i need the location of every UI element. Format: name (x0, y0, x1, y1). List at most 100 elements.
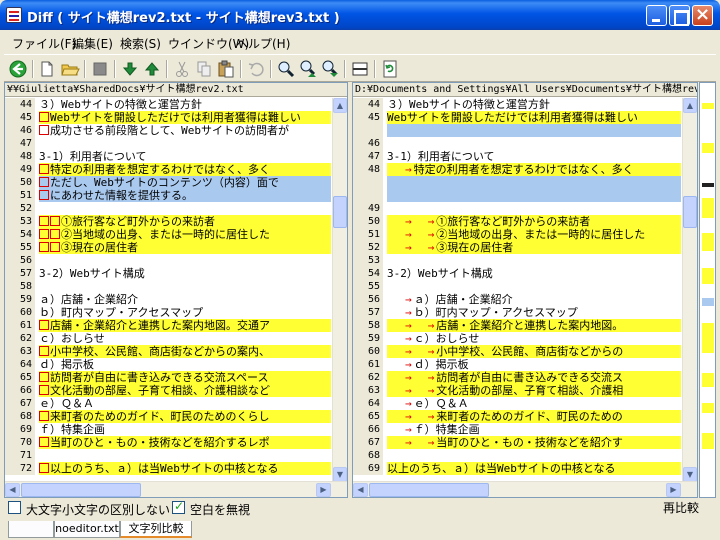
diff-line[interactable]: 61 店舗・企業紹介と連携した案内地図。交通ア (5, 319, 347, 332)
diff-line[interactable]: 53 ①旅行客など町外からの来訪者 (5, 215, 347, 228)
right-lines[interactable]: 44 ３）Webサイトの特徴と運営方針 45 Webサイトを開設しただけでは利用者獲得… (353, 98, 697, 475)
diff-line[interactable]: 61 → ｄ）掲示板 (353, 358, 697, 371)
diff-line[interactable]: 52 (5, 202, 347, 215)
diff-line[interactable]: 62 ｃ）おしらせ (5, 332, 347, 345)
diff-line[interactable] (353, 189, 697, 202)
ignore-space-checkbox[interactable] (172, 499, 185, 514)
scroll-thumb[interactable] (333, 196, 347, 228)
diff-line[interactable]: 50 ただし、Webサイトのコンテンツ（内容）面で (5, 176, 347, 189)
diff-line[interactable]: 56 (5, 254, 347, 267)
left-vertical-scrollbar[interactable]: ▲ ▼ (332, 98, 347, 482)
split-view-icon[interactable] (350, 59, 370, 79)
scroll-thumb[interactable] (683, 196, 697, 228)
diff-line[interactable]: 48 → 特定の利用者を想定するわけではなく、多く (353, 163, 697, 176)
recompare-button[interactable]: 再比較 (646, 499, 716, 517)
scroll-down-icon[interactable]: ▼ (683, 467, 697, 482)
paste-icon[interactable] (216, 59, 236, 79)
open-folder-icon[interactable] (60, 59, 80, 79)
diff-line[interactable]: 63 小中学校、公民館、商店街などからの案内、 (5, 345, 347, 358)
refresh-icon[interactable] (380, 59, 400, 79)
diff-line[interactable]: 63 → → 文化活動の部屋、子育て相談、介護相 (353, 384, 697, 397)
scroll-up-icon[interactable]: ▲ (683, 98, 697, 113)
diff-line[interactable]: 49 特定の利用者を想定するわけではなく、多く (5, 163, 347, 176)
menu-help[interactable]: ヘルプ(H) (236, 35, 290, 52)
maximize-button[interactable] (669, 5, 690, 26)
find-next-icon[interactable] (298, 59, 318, 79)
diff-line[interactable]: 52 → → ③現在の居住者 (353, 241, 697, 254)
diff-line[interactable]: 68 来町者のためのガイド、町民のためのくらし (5, 410, 347, 423)
menu-search[interactable]: 検索(S) (120, 35, 161, 52)
diff-line[interactable]: 66 → ｆ）特集企画 (353, 423, 697, 436)
scroll-up-icon[interactable]: ▲ (333, 98, 347, 113)
diff-line[interactable] (353, 124, 697, 137)
stop-icon[interactable] (90, 59, 110, 79)
diff-line[interactable] (353, 176, 697, 189)
diff-line[interactable]: 57 → ｂ）町内マップ・アクセスマップ (353, 306, 697, 319)
left-diff-pane[interactable]: ¥¥Giulietta¥SharedDocs¥サイト構想rev2.txt 44 ３… (4, 82, 348, 498)
diff-line[interactable]: 47 3-1）利用者について (353, 150, 697, 163)
scroll-left-icon[interactable]: ◀ (353, 483, 368, 497)
minimize-button[interactable] (646, 5, 667, 26)
right-diff-pane[interactable]: D:¥Documents and Settings¥All Users¥Docu… (352, 82, 698, 498)
copy-icon[interactable] (194, 59, 214, 79)
next-diff-icon[interactable] (120, 59, 140, 79)
diff-line[interactable]: 55 ③現在の居住者 (5, 241, 347, 254)
undo-icon[interactable] (246, 59, 266, 79)
diff-line[interactable]: 62 → → 訪問者が自由に書き込みできる交流ス (353, 371, 697, 384)
case-insensitive-checkbox[interactable] (8, 501, 21, 514)
diff-line[interactable]: 59 → ｃ）おしらせ (353, 332, 697, 345)
left-lines[interactable]: 44 ３）Webサイトの特徴と運営方針 45 Webサイトを開設しただけでは利用者獲得… (5, 98, 347, 475)
diff-line[interactable]: 50 → → ①旅行客など町外からの来訪者 (353, 215, 697, 228)
diff-line[interactable]: 68 (353, 449, 697, 462)
diff-line[interactable]: 54 ②当地域の出身、または一時的に居住した (5, 228, 347, 241)
scroll-right-icon[interactable]: ▶ (666, 483, 681, 497)
diff-line[interactable]: 47 (5, 137, 347, 150)
diff-line[interactable]: 72 以上のうち、ａ）は当Webサイトの中核となる (5, 462, 347, 475)
diff-line[interactable]: 46 (353, 137, 697, 150)
diff-line[interactable]: 67 → → 当町のひと・もの・技術などを紹介す (353, 436, 697, 449)
diff-line[interactable]: 55 (353, 280, 697, 293)
scroll-thumb[interactable] (369, 483, 489, 497)
diff-line[interactable]: 44 ３）Webサイトの特徴と運営方針 (353, 98, 697, 111)
scroll-down-icon[interactable]: ▼ (333, 467, 347, 482)
prev-diff-icon[interactable] (142, 59, 162, 79)
right-horizontal-scrollbar[interactable]: ◀ ▶ (353, 481, 697, 497)
close-button[interactable] (692, 5, 713, 26)
diff-line[interactable]: 54 3-2）Webサイト構成 (353, 267, 697, 280)
diff-line[interactable]: 69 ｆ）特集企画 (5, 423, 347, 436)
diff-line[interactable]: 70 当町のひと・もの・技術などを紹介するレポ (5, 436, 347, 449)
diff-line[interactable]: 44 ３）Webサイトの特徴と運営方針 (5, 98, 347, 111)
diff-line[interactable]: 53 (353, 254, 697, 267)
diff-line[interactable]: 60 ｂ）町内マップ・アクセスマップ (5, 306, 347, 319)
scroll-thumb[interactable] (21, 483, 141, 497)
diff-line[interactable]: 57 3-2）Webサイト構成 (5, 267, 347, 280)
diff-line[interactable]: 65 訪問者が自由に書き込みできる交流スペース (5, 371, 347, 384)
diff-line[interactable]: 51 にあわせた情報を提供する。 (5, 189, 347, 202)
diff-overview-bar[interactable] (699, 82, 716, 498)
scroll-left-icon[interactable]: ◀ (5, 483, 20, 497)
diff-line[interactable]: 60 → → 小中学校、公民館、商店街などからの (353, 345, 697, 358)
diff-line[interactable]: 49 (353, 202, 697, 215)
new-file-icon[interactable] (37, 59, 57, 79)
diff-line[interactable]: 58 (5, 280, 347, 293)
diff-line[interactable]: 64 → ｅ）Ｑ＆Ａ (353, 397, 697, 410)
diff-line[interactable]: 71 (5, 449, 347, 462)
diff-line[interactable]: 69 以上のうち、ａ）は当Webサイトの中核となる (353, 462, 697, 475)
back-icon[interactable] (8, 59, 28, 79)
diff-line[interactable]: 65 → → 来町者のためのガイド、町民のための (353, 410, 697, 423)
menu-file[interactable]: ファイル(F) (12, 35, 76, 52)
scroll-right-icon[interactable]: ▶ (316, 483, 331, 497)
diff-line[interactable]: 64 ｄ）掲示板 (5, 358, 347, 371)
diff-line[interactable]: 48 3-1）利用者について (5, 150, 347, 163)
tab-blank[interactable] (8, 521, 54, 538)
menu-edit[interactable]: 編集(E) (72, 35, 113, 52)
title-bar[interactable]: Diff ( サイト構想rev2.txt - サイト構想rev3.txt ) (0, 0, 720, 30)
diff-line[interactable]: 51 → → ②当地域の出身、または一時的に居住した (353, 228, 697, 241)
tab-noeditor[interactable]: noeditor.txt (54, 521, 120, 538)
right-vertical-scrollbar[interactable]: ▲ ▼ (682, 98, 697, 482)
diff-line[interactable]: 45 Webサイトを開設しただけでは利用者獲得は難しい (5, 111, 347, 124)
diff-line[interactable]: 46 成功させる前段階として、Webサイトの訪問者が (5, 124, 347, 137)
find-prev-icon[interactable] (320, 59, 340, 79)
diff-line[interactable]: 66 文化活動の部屋、子育て相談、介護相談など (5, 384, 347, 397)
tab-string-compare[interactable]: 文字列比較 (120, 521, 192, 538)
